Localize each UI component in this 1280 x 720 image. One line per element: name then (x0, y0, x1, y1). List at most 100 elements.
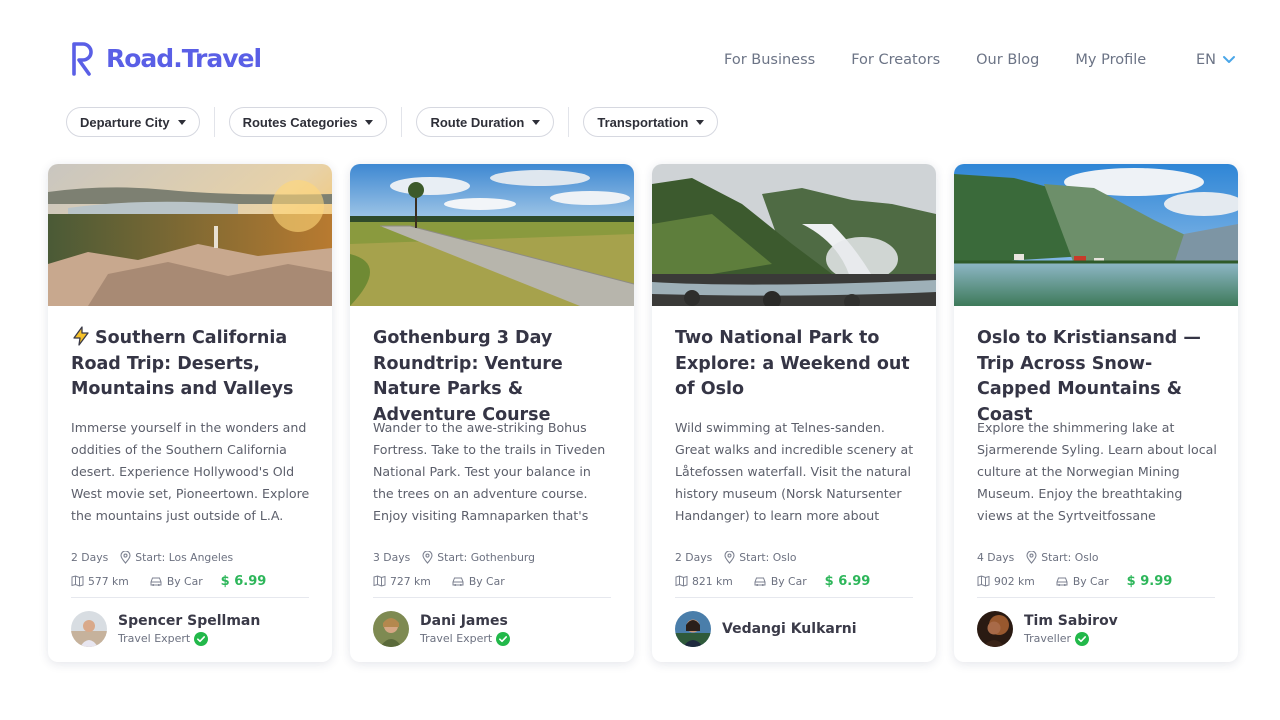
main-nav: For Business For Creators Our Blog My Pr… (724, 52, 1182, 68)
card-price: $ 6.99 (824, 573, 871, 589)
author-name: Dani James (420, 612, 508, 629)
card-title[interactable]: Two National Park to Explore: a Weekend … (675, 326, 915, 403)
card-start-city: Start: Los Angeles (135, 550, 234, 564)
filter-label: Transportation (597, 114, 689, 130)
card-divider (675, 597, 913, 598)
avatar (71, 611, 107, 647)
card-duration: 2 Days (675, 550, 713, 564)
card-body: Two National Park to Explore: a Weekend … (675, 306, 915, 647)
author-info: Dani James Travel Expert (420, 612, 511, 646)
author-name: Tim Sabirov (1024, 612, 1118, 629)
card-distance: 577 km (88, 574, 129, 588)
caret-down-icon (365, 120, 374, 125)
author-role-row: Travel Expert (420, 631, 511, 646)
filter-label: Departure City (80, 114, 170, 130)
verified-check-icon (194, 631, 209, 646)
location-pin-icon (422, 550, 433, 564)
logo-r-icon (72, 42, 93, 76)
card-meta-distance-transport: 727 km By Car (373, 573, 613, 589)
route-photo-fjord-lake (954, 164, 1238, 306)
chevron-down-icon (1223, 56, 1236, 63)
author-info: Tim Sabirov Traveller (1024, 613, 1118, 646)
filter-label: Route Duration (430, 114, 525, 130)
author-role: Travel Expert (118, 632, 191, 645)
card-title[interactable]: Oslo to Kristiansand — Trip Across Snow-… (977, 326, 1217, 425)
nav-my-profile[interactable]: My Profile (1075, 52, 1146, 68)
route-card[interactable]: Two National Park to Explore: a Weekend … (652, 164, 936, 662)
map-icon (977, 575, 990, 587)
card-author[interactable]: Spencer Spellman Travel Expert (71, 611, 311, 647)
card-distance: 727 km (390, 574, 431, 588)
card-title-text: Southern California Road Trip: Deserts, … (71, 328, 294, 399)
author-role: Traveller (1024, 632, 1072, 645)
avatar (675, 611, 711, 647)
card-body: Oslo to Kristiansand — Trip Across Snow-… (977, 306, 1217, 647)
nav-for-business[interactable]: For Business (724, 52, 815, 68)
card-meta-duration-start: 3 Days Start: Gothenburg (373, 550, 613, 564)
card-divider (71, 597, 309, 598)
card-meta-duration-start: 2 Days Start: Oslo (675, 550, 915, 564)
card-description: Immerse yourself in the wonders and oddi… (71, 420, 310, 523)
nav-our-blog[interactable]: Our Blog (976, 52, 1039, 68)
card-description: Explore the shimmering lake at Sjarmeren… (977, 420, 1217, 523)
location-pin-icon (120, 550, 131, 564)
filter-bar: Departure City Routes Categories Route D… (66, 107, 719, 137)
filter-departure-city[interactable]: Departure City (66, 107, 200, 137)
card-start-city: Start: Gothenburg (437, 550, 536, 564)
author-role-row: Travel Expert (118, 631, 260, 646)
map-icon (373, 575, 386, 587)
avatar (977, 611, 1013, 647)
filter-route-duration[interactable]: Route Duration (416, 107, 555, 137)
route-card[interactable]: Southern California Road Trip: Deserts, … (48, 164, 332, 662)
card-author[interactable]: Vedangi Kulkarni (675, 611, 915, 647)
card-distance: 821 km (692, 574, 733, 588)
route-card[interactable]: Oslo to Kristiansand — Trip Across Snow-… (954, 164, 1238, 662)
route-photo-desert-sunset (48, 164, 332, 306)
filter-separator (401, 107, 403, 137)
card-transport: By Car (770, 574, 807, 588)
card-transport: By Car (1072, 574, 1109, 588)
language-label: EN (1196, 52, 1217, 68)
caret-down-icon (177, 120, 186, 125)
card-transport: By Car (468, 574, 505, 588)
author-name: Spencer Spellman (118, 612, 261, 629)
header: Road.Travel For Business For Creators Ou… (0, 0, 1280, 110)
logo[interactable]: Road.Travel (70, 40, 262, 76)
card-duration: 4 Days (977, 550, 1015, 564)
card-start-city: Start: Oslo (1041, 550, 1099, 564)
filter-separator (568, 107, 570, 137)
caret-down-icon (696, 120, 705, 125)
card-body: Gothenburg 3 Day Roundtrip: Venture Natu… (373, 306, 613, 647)
card-divider (373, 597, 611, 598)
card-duration: 3 Days (373, 550, 411, 564)
card-meta-duration-start: 2 Days Start: Los Angeles (71, 550, 311, 564)
lightning-bolt-icon (73, 326, 89, 346)
map-icon (675, 575, 688, 587)
car-icon (754, 577, 766, 586)
card-body: Southern California Road Trip: Deserts, … (71, 306, 311, 647)
route-card[interactable]: Gothenburg 3 Day Roundtrip: Venture Natu… (350, 164, 634, 662)
filter-transportation[interactable]: Transportation (583, 107, 719, 137)
card-meta-distance-transport: 577 km By Car $ 6.99 (71, 573, 311, 589)
language-selector[interactable]: EN (1196, 52, 1236, 68)
location-pin-icon (1026, 550, 1037, 564)
route-card-list: Southern California Road Trip: Deserts, … (48, 164, 1238, 662)
card-meta-distance-transport: 902 km By Car $ 9.99 (977, 573, 1217, 589)
car-icon (452, 577, 464, 586)
card-transport: By Car (166, 574, 203, 588)
author-info: Vedangi Kulkarni (722, 621, 857, 637)
card-title[interactable]: Gothenburg 3 Day Roundtrip: Venture Natu… (373, 326, 613, 425)
card-description: Wild swimming at Telnes-sanden. Great wa… (675, 420, 914, 523)
card-price: $ 9.99 (1126, 573, 1173, 589)
filter-routes-categories[interactable]: Routes Categories (228, 107, 388, 137)
nav-for-creators[interactable]: For Creators (851, 52, 940, 68)
verified-check-icon (496, 631, 511, 646)
route-photo-waterfall (652, 164, 936, 306)
card-author[interactable]: Tim Sabirov Traveller (977, 611, 1217, 647)
avatar (373, 611, 409, 647)
card-title[interactable]: Southern California Road Trip: Deserts, … (71, 326, 311, 403)
card-author[interactable]: Dani James Travel Expert (373, 611, 613, 647)
filter-separator (213, 107, 215, 137)
verified-check-icon (1075, 631, 1090, 646)
filter-label: Routes Categories (242, 114, 358, 130)
